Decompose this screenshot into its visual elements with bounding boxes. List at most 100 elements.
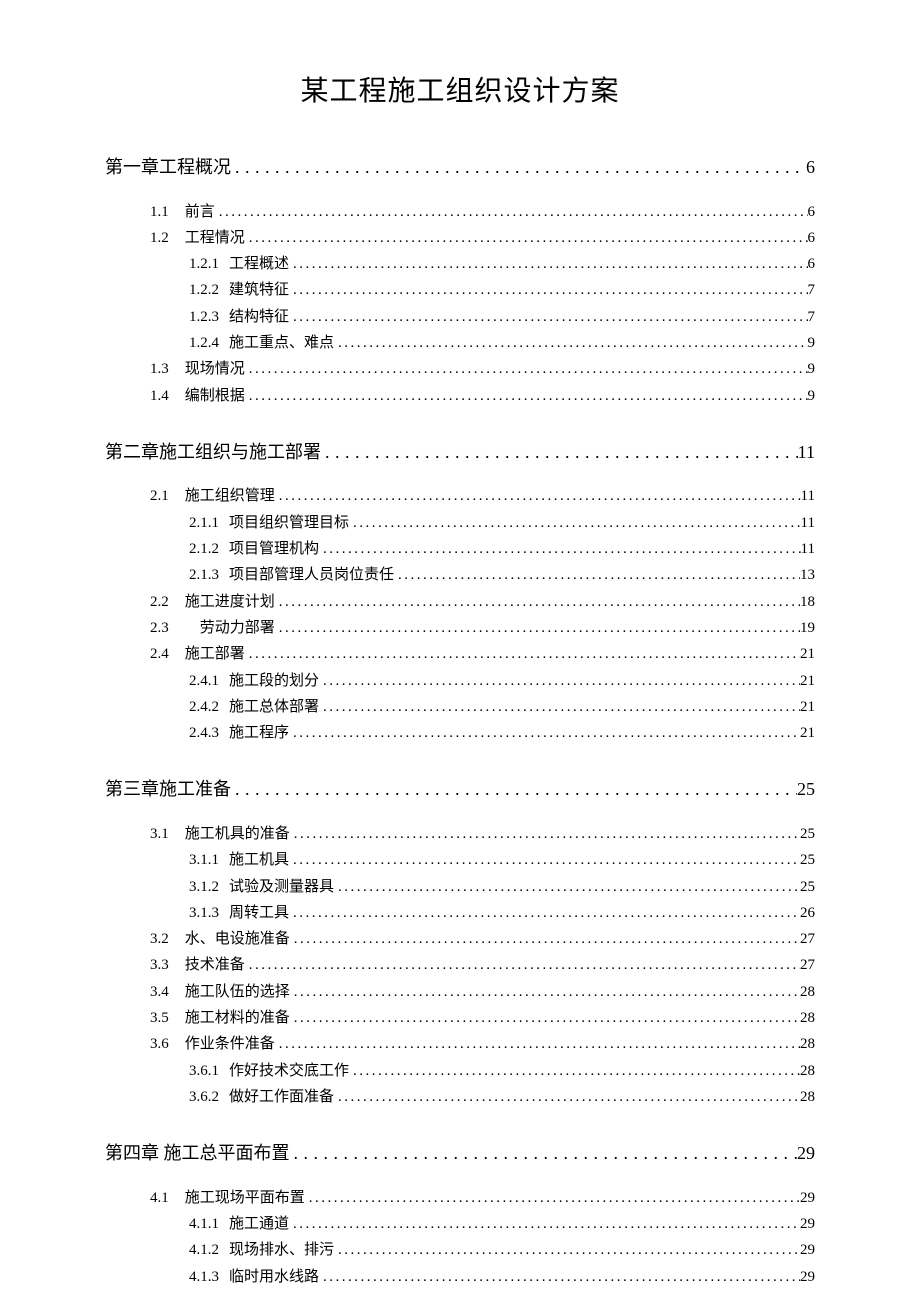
toc-entry: 2.4.1 施工段的划分.............................… (105, 669, 815, 693)
toc-entry-number: 2.1.3 (189, 563, 219, 587)
toc-leader-dots: ........................................… (245, 642, 800, 666)
toc-entry: 2.1.1项目组织管理目标...........................… (105, 511, 815, 535)
toc-entry-page: 11 (801, 537, 815, 561)
toc-entry-page: 9 (808, 357, 816, 381)
toc-entry-title: 第二章施工组织与施工部署 (105, 438, 321, 467)
toc-entry: 1.4编制根据.................................… (105, 384, 815, 408)
toc-entry-title: 施工现场平面布置 (185, 1186, 305, 1210)
toc-entry-title: 工程概述 (229, 252, 289, 276)
toc-entry-page: 29 (800, 1238, 815, 1262)
toc-entry-number: 1.2 (150, 226, 169, 250)
toc-entry: 2.4.3施工程序...............................… (105, 721, 815, 745)
toc-entry-number: 2.4.2 (189, 695, 219, 719)
toc-leader-dots: ........................................… (245, 384, 808, 408)
toc-entry-title: 项目组织管理目标 (229, 511, 349, 535)
toc-entry-page: 6 (806, 153, 815, 182)
toc-entry-title: 水、电设施准备 (185, 927, 290, 951)
toc-entry-page: 11 (801, 511, 815, 535)
toc-entry-number: 4.1 (150, 1186, 169, 1210)
toc-leader-dots: ........................................… (349, 1059, 800, 1083)
toc-entry-number: 1.2.3 (189, 305, 219, 329)
toc-leader-dots: ........................................… (289, 901, 800, 925)
toc-entry-page: 21 (800, 642, 815, 666)
toc-leader-dots: ........................................… (290, 1006, 800, 1030)
toc-entry-title: 施工重点、难点 (229, 331, 334, 355)
toc-entry-number: 1.2.2 (189, 278, 219, 302)
toc-entry-number: 2.3 (150, 616, 169, 640)
toc-entry-number: 3.6 (150, 1032, 169, 1056)
toc-entry-title: 作业条件准备 (185, 1032, 275, 1056)
toc-entry-page: 28 (800, 980, 815, 1004)
toc-entry-page: 28 (800, 1006, 815, 1030)
toc-entry-title: 周转工具 (229, 901, 289, 925)
toc-leader-dots: ........................................… (319, 669, 800, 693)
toc-entry-page: 25 (800, 848, 815, 872)
toc-entry: 2.4.2 施工总体部署.............................… (105, 695, 815, 719)
toc-entry-number: 4.1.2 (189, 1238, 219, 1262)
toc-leader-dots: ........................................… (289, 278, 807, 302)
toc-entry-page: 9 (808, 384, 816, 408)
toc-entry: 2.1.2项目管理机构.............................… (105, 537, 815, 561)
toc-entry-page: 28 (800, 1059, 815, 1083)
toc-leader-dots: ........................................… (289, 721, 800, 745)
doc-title: 某工程施工组织设计方案 (105, 70, 815, 115)
toc-entry-title: 项目管理机构 (229, 537, 319, 561)
toc-entry-title: 第三章施工准备 (105, 775, 231, 804)
toc-entry: 3.6.2做好工作面准备............................… (105, 1085, 815, 1109)
toc-entry: 3.1.1 施工机具...............................… (105, 848, 815, 872)
toc-entry-page: 27 (800, 953, 815, 977)
toc-leader-dots: ........................................… (321, 438, 798, 467)
toc-leader-dots: ........................................… (349, 511, 801, 535)
toc-leader-dots: ........................................… (289, 1212, 800, 1236)
toc-entry: 4.1 施工现场平面布置.............................… (105, 1186, 815, 1210)
toc-entry-title: 施工队伍的选择 (185, 980, 290, 1004)
toc-entry-number: 1.2.4 (189, 331, 219, 355)
toc-entry-title: 施工机具 (229, 848, 289, 872)
toc-entry: 4.1.3临时用水线路.............................… (105, 1265, 815, 1289)
toc-entry: 1.2工程情况.................................… (105, 226, 815, 250)
toc-entry: 3.2水、电设施准备..............................… (105, 927, 815, 951)
toc-entry-number: 2.4.1 (189, 669, 219, 693)
toc-leader-dots: ........................................… (319, 695, 800, 719)
toc-entry-page: 28 (800, 1085, 815, 1109)
toc-leader-dots: ........................................… (334, 1085, 800, 1109)
toc-entry: 3.6.1作好技术交底工作...........................… (105, 1059, 815, 1083)
toc-entry: 1.3现场情况.................................… (105, 357, 815, 381)
toc-entry: 第一章工程概况.................................… (105, 153, 815, 182)
toc-leader-dots: ........................................… (245, 953, 800, 977)
toc-leader-dots: ........................................… (289, 848, 800, 872)
toc-leader-dots: ........................................… (275, 590, 800, 614)
toc-entry-title: 施工进度计划 (185, 590, 275, 614)
toc-entry: 4.1.2现场排水、排污............................… (105, 1238, 815, 1262)
toc-entry-title: 施工总体部署 (229, 695, 319, 719)
toc-leader-dots: ........................................… (394, 563, 800, 587)
toc-entry-title: 技术准备 (185, 953, 245, 977)
toc-leader-dots: ........................................… (305, 1186, 800, 1210)
toc-entry-number: 3.2 (150, 927, 169, 951)
toc-entry-number: 2.1.2 (189, 537, 219, 561)
toc-entry-page: 19 (800, 616, 815, 640)
toc-entry-title: 前言 (185, 200, 215, 224)
toc-entry-page: 11 (798, 438, 815, 467)
toc-entry-number: 2.2 (150, 590, 169, 614)
toc-entry: 4.1.1施工通道...............................… (105, 1212, 815, 1236)
toc-leader-dots: ........................................… (245, 357, 808, 381)
toc-entry-number: 2.4 (150, 642, 169, 666)
toc-entry-page: 21 (800, 721, 815, 745)
toc-entry: 2.2 施工进度计划...............................… (105, 590, 815, 614)
toc-leader-dots: ........................................… (245, 226, 808, 250)
toc-entry-page: 21 (800, 669, 815, 693)
toc-entry-title: 施工段的划分 (229, 669, 319, 693)
toc-entry-title: 建筑特征 (229, 278, 289, 302)
toc-entry-page: 13 (800, 563, 815, 587)
toc-entry-number: 3.5 (150, 1006, 169, 1030)
toc-entry-number: 1.2.1 (189, 252, 219, 276)
toc-entry: 1.2.1工程概述...............................… (105, 252, 815, 276)
toc-entry-number: 3.1 (150, 822, 169, 846)
toc-entry-title: 施工部署 (185, 642, 245, 666)
toc-entry-number: 3.1.1 (189, 848, 219, 872)
toc-entry-title: 做好工作面准备 (229, 1085, 334, 1109)
toc-entry-page: 21 (800, 695, 815, 719)
toc-entry-title: 施工程序 (229, 721, 289, 745)
toc-leader-dots: ........................................… (289, 305, 807, 329)
